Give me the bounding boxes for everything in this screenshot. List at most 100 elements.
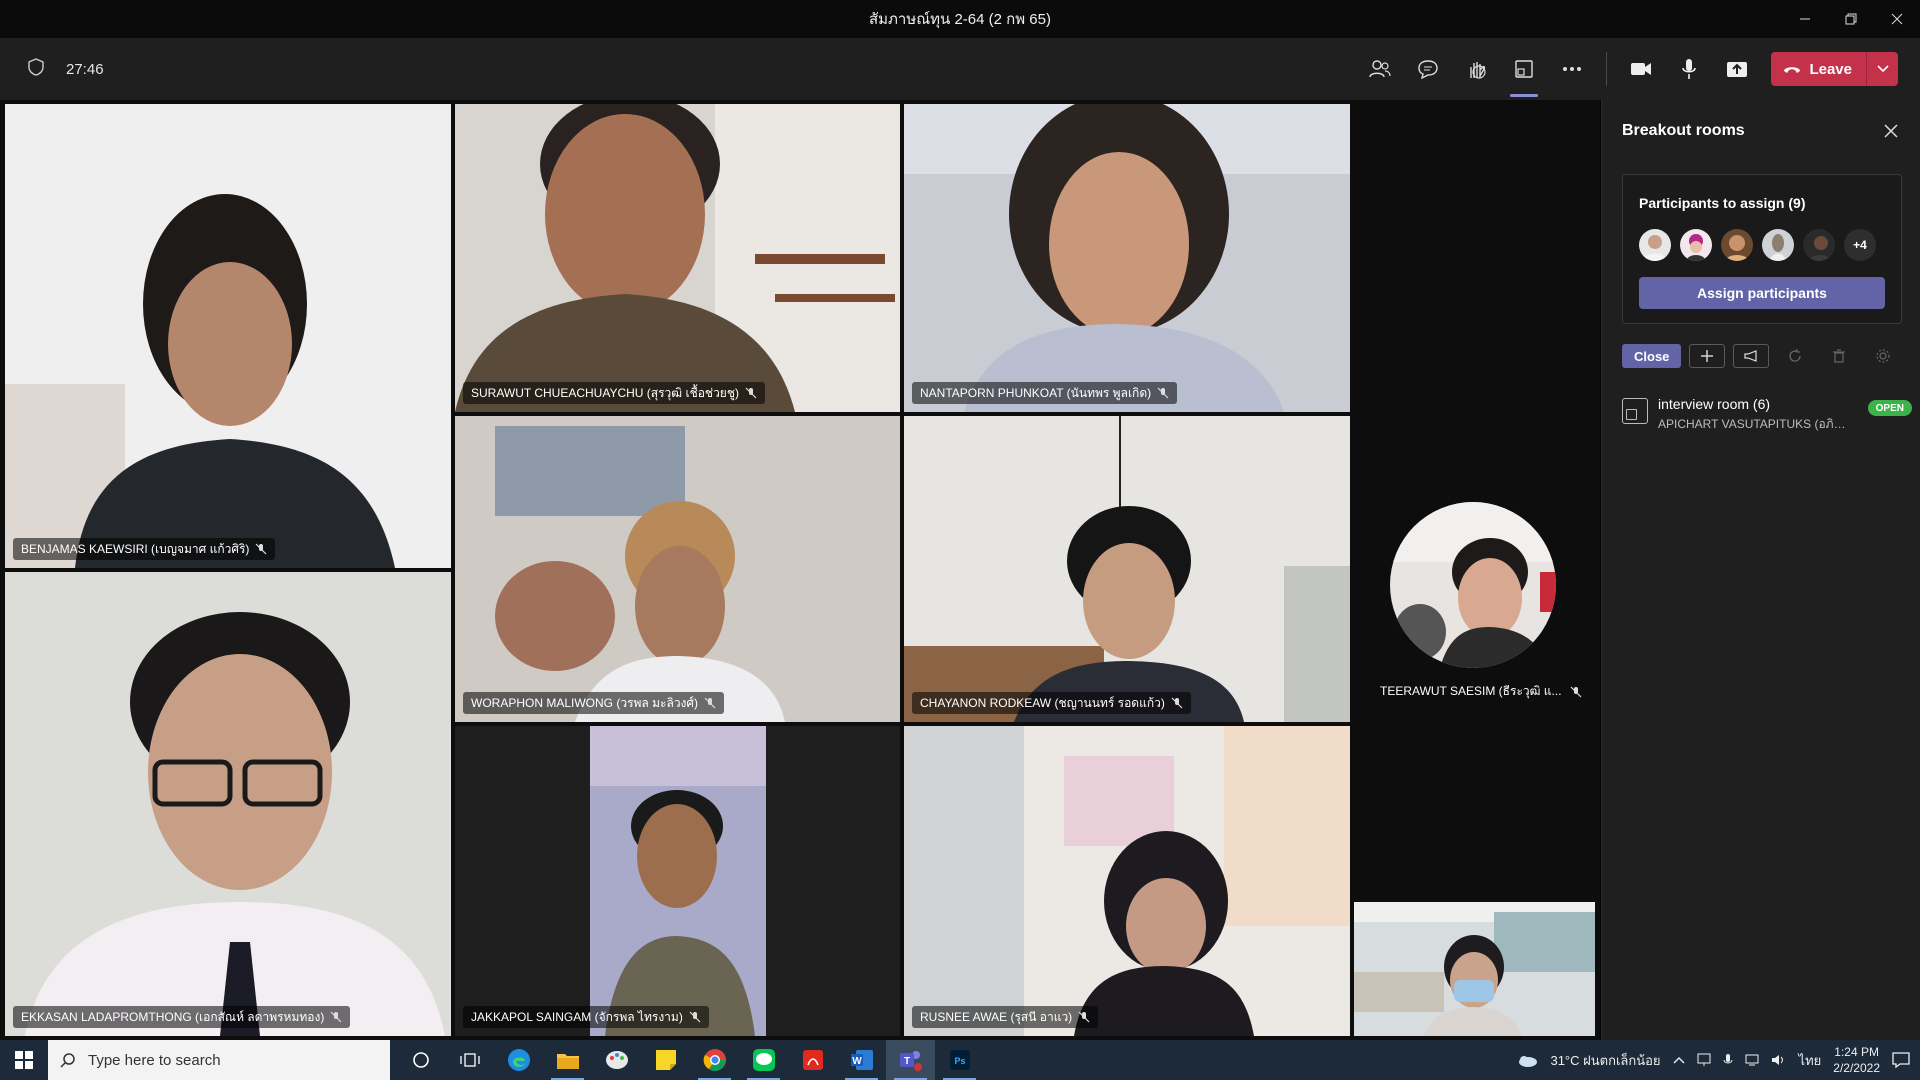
participant-name-tag: SURAWUT CHUEACHUAYCHU (สุรวุฒิ เชื้อช่วย…: [463, 382, 765, 404]
share-button[interactable]: [1723, 55, 1751, 83]
close-panel-button[interactable]: [1880, 120, 1902, 142]
task-view-button[interactable]: [445, 1040, 494, 1080]
add-room-button[interactable]: [1689, 344, 1726, 368]
video-tile[interactable]: SURAWUT CHUEACHUAYCHU (สุรวุฒิ เชื้อช่วย…: [455, 104, 900, 412]
shield-icon: [28, 57, 44, 81]
leave-options-button[interactable]: [1866, 52, 1898, 86]
paint-app[interactable]: [592, 1040, 641, 1080]
restore-icon: [1845, 13, 1857, 25]
participant-name: JAKKAPOL SAINGAM (จักรพล ไทรงาม): [471, 1009, 683, 1024]
participant-name-tag: JAKKAPOL SAINGAM (จักรพล ไทรงาม): [463, 1006, 709, 1028]
more-actions-button[interactable]: [1558, 55, 1586, 83]
video-tile[interactable]: BENJAMAS KAEWSIRI (เบญจมาศ แก้วศิริ): [5, 104, 451, 568]
room-name: interview room (6): [1658, 396, 1771, 412]
minimize-icon: [1800, 18, 1810, 20]
display-icon[interactable]: [1745, 1053, 1759, 1067]
sticky-note-icon: [655, 1050, 676, 1070]
taskbar-apps: W T Ps: [396, 1040, 984, 1080]
participant-video: [455, 104, 900, 412]
participant-name: CHAYANON RODKEAW (ชญานนทร์ รอดแก้ว): [920, 695, 1165, 710]
room-actions-bar: Close: [1622, 344, 1901, 368]
avatar[interactable]: [1680, 229, 1712, 261]
participant-video: [5, 104, 451, 568]
mic-muted-icon: [1171, 697, 1183, 709]
room-settings-button[interactable]: [1865, 344, 1901, 368]
participant-name: NANTAPORN PHUNKOAT (นันทพร พูลเกิด): [920, 385, 1152, 400]
more-participants-count[interactable]: +4: [1844, 229, 1876, 261]
restore-button[interactable]: [1828, 0, 1874, 38]
video-tile[interactable]: EKKASAN LADAPROMTHONG (เอกสัณห์ ลดาพรหมท…: [5, 572, 451, 1036]
participant-name: BENJAMAS KAEWSIRI (เบญจมาศ แก้วศิริ): [21, 541, 250, 556]
video-tile[interactable]: JAKKAPOL SAINGAM (จักรพล ไทรงาม): [455, 726, 900, 1036]
acrobat-app[interactable]: [788, 1040, 837, 1080]
participant-name-label: TEERAWUT SAESIM (ธีระวุฒิ แ...: [1380, 682, 1582, 701]
megaphone-icon: [1744, 350, 1758, 362]
close-icon: [1891, 13, 1903, 25]
mic-button[interactable]: [1675, 55, 1703, 83]
avatar[interactable]: [1639, 229, 1671, 261]
chat-icon: [1418, 60, 1439, 79]
announcement-button[interactable]: [1733, 344, 1770, 368]
recreate-rooms-button[interactable]: [1777, 344, 1813, 368]
line-app[interactable]: [739, 1040, 788, 1080]
participant-video: [904, 104, 1350, 412]
participant-avatar[interactable]: [1390, 502, 1556, 668]
teams-window: สัมภาษณ์ทุน 2-64 (2 กพ 65) 27:46 Leave B…: [0, 0, 1920, 1080]
cortana-button[interactable]: [396, 1040, 445, 1080]
delete-rooms-button[interactable]: [1821, 344, 1857, 368]
avatar[interactable]: [1762, 229, 1794, 261]
mic-muted-icon: [704, 697, 716, 709]
participant-name-tag: BENJAMAS KAEWSIRI (เบญจมาศ แก้วศิริ): [13, 538, 276, 560]
minimize-button[interactable]: [1782, 0, 1828, 38]
breakout-room-item[interactable]: interview room (6) APICHART VASUTAPITUKS…: [1622, 396, 1912, 432]
video-tile[interactable]: CHAYANON RODKEAW (ชญานนทร์ รอดแก้ว): [904, 416, 1350, 722]
participants-button[interactable]: [1366, 55, 1394, 83]
sticky-notes-app[interactable]: [641, 1040, 690, 1080]
participant-name: RUSNEE AWAE (รุสนี อาแว): [920, 1009, 1073, 1024]
teams-icon: T: [899, 1051, 922, 1071]
leave-button[interactable]: Leave: [1771, 52, 1866, 86]
microphone-tray-icon[interactable]: [1723, 1053, 1733, 1067]
reactions-button[interactable]: [1462, 55, 1490, 83]
network-icon[interactable]: [1697, 1053, 1711, 1067]
trash-icon: [1833, 349, 1846, 363]
participant-name: SURAWUT CHUEACHUAYCHU (สุรวุฒิ เชื้อช่วย…: [471, 385, 739, 400]
language-indicator[interactable]: ไทย: [1799, 1050, 1822, 1071]
taskbar-search-box[interactable]: Type here to search: [48, 1040, 390, 1080]
search-icon: [60, 1053, 75, 1068]
windows-taskbar: Type here to search W T Ps 31°C ฝนตกเล็ก…: [0, 1040, 1920, 1080]
avatar[interactable]: [1721, 229, 1753, 261]
mic-muted-icon: [1078, 1011, 1090, 1023]
video-tile[interactable]: NANTAPORN PHUNKOAT (นันทพร พูลเกิด): [904, 104, 1350, 412]
chat-button[interactable]: [1414, 55, 1442, 83]
close-rooms-button[interactable]: Close: [1622, 344, 1682, 368]
file-explorer-app[interactable]: [543, 1040, 592, 1080]
participants-to-assign-card: Participants to assign (9) +4 Assign par…: [1622, 174, 1902, 324]
participant-video: [904, 726, 1350, 1036]
chrome-app[interactable]: [690, 1040, 739, 1080]
video-tile[interactable]: WORAPHON MALIWONG (วรพล มะลิวงศ์): [455, 416, 900, 722]
assign-participants-button[interactable]: Assign participants: [1639, 277, 1885, 309]
mic-muted-icon: [255, 543, 267, 555]
breakout-rooms-icon: [1515, 60, 1534, 78]
camera-button[interactable]: [1627, 55, 1655, 83]
notification-icon[interactable]: [1892, 1052, 1910, 1068]
speaker-icon[interactable]: [1771, 1053, 1787, 1067]
participants-to-assign-label: Participants to assign (9): [1639, 195, 1806, 211]
breakout-rooms-button[interactable]: [1510, 55, 1539, 97]
self-view-tile[interactable]: [1354, 902, 1595, 1036]
participant-name: TEERAWUT SAESIM (ธีระวุฒิ แ...: [1380, 684, 1562, 698]
toolbar-divider: [1606, 52, 1608, 86]
weather-text[interactable]: 31°C ฝนตกเล็กน้อย: [1550, 1050, 1660, 1071]
edge-app[interactable]: [494, 1040, 543, 1080]
clock[interactable]: 1:24 PM 2/2/2022: [1833, 1044, 1880, 1076]
photoshop-app[interactable]: Ps: [935, 1040, 984, 1080]
avatar[interactable]: [1803, 229, 1835, 261]
chevron-up-icon[interactable]: [1673, 1056, 1685, 1064]
teams-app[interactable]: T: [886, 1040, 935, 1080]
hang-up-icon: [1784, 67, 1801, 73]
word-app[interactable]: W: [837, 1040, 886, 1080]
start-button[interactable]: [0, 1040, 48, 1080]
close-window-button[interactable]: [1874, 0, 1920, 38]
video-tile[interactable]: RUSNEE AWAE (รุสนี อาแว): [904, 726, 1350, 1036]
